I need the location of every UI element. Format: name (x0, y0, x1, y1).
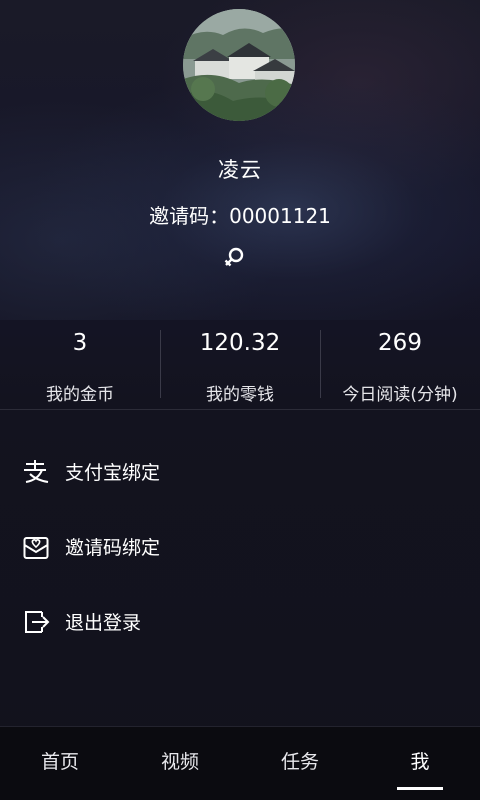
stat-label: 今日阅读(分钟) (342, 385, 458, 405)
menu-item-logout[interactable]: 退出登录 (0, 584, 480, 659)
menu-item-label: 支付宝绑定 (65, 462, 161, 484)
female-icon (224, 247, 244, 267)
invite-envelope-icon (23, 536, 49, 559)
profile-screen: 凌云 邀请码：00001121 3 我的金币 120.32 我的零钱 269 今… (0, 0, 480, 800)
tab-home[interactable]: 首页 (0, 727, 120, 800)
active-tab-indicator (397, 787, 443, 790)
stat-coins[interactable]: 3 我的金币 (0, 322, 160, 410)
menu-item-invite-bind[interactable]: 邀请码绑定 (0, 509, 480, 584)
logout-icon (25, 610, 50, 633)
tab-me[interactable]: 我 (360, 727, 480, 800)
avatar[interactable] (183, 9, 295, 121)
alipay-icon (24, 459, 49, 483)
avatar-image (183, 9, 295, 121)
invite-code: 邀请码：00001121 (149, 204, 331, 228)
tab-label: 视频 (160, 751, 199, 773)
stat-value: 120.32 (199, 330, 281, 356)
tab-video[interactable]: 视频 (120, 727, 240, 800)
menu-item-alipay-bind[interactable]: 支付宝绑定 (0, 434, 480, 509)
stat-label: 我的金币 (46, 385, 114, 405)
tab-label: 任务 (280, 751, 319, 773)
stat-value: 3 (72, 330, 88, 356)
tab-tasks[interactable]: 任务 (240, 727, 360, 800)
menu-item-label: 邀请码绑定 (65, 537, 161, 559)
divider (0, 409, 480, 410)
stats-row: 3 我的金币 120.32 我的零钱 269 今日阅读(分钟) (0, 322, 480, 410)
stat-label: 我的零钱 (206, 385, 274, 405)
tab-label: 首页 (40, 751, 79, 773)
bottom-tab-bar: 首页 视频 任务 我 (0, 726, 480, 800)
tab-label: 我 (410, 751, 430, 773)
menu-item-label: 退出登录 (65, 612, 142, 634)
nickname: 凌云 (218, 158, 262, 182)
stat-change[interactable]: 120.32 我的零钱 (160, 322, 320, 410)
stat-value: 269 (378, 330, 422, 356)
stat-reading[interactable]: 269 今日阅读(分钟) (320, 322, 480, 410)
menu-list: 支付宝绑定 邀请码绑定 退出登录 (0, 434, 480, 659)
